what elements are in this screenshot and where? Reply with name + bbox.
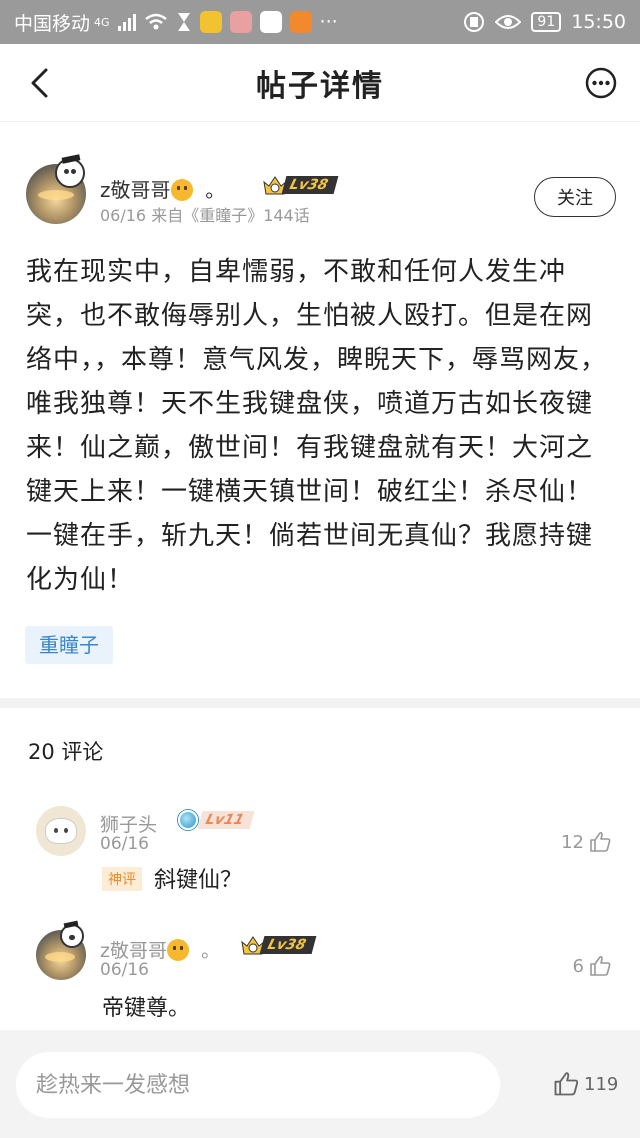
commenter-level-badge: Lv11	[178, 810, 254, 830]
comment-date: 06/16	[100, 960, 149, 980]
thinking-emoji-icon	[166, 939, 189, 961]
author-name[interactable]: z敬哥哥 。	[100, 174, 225, 203]
commenter-avatar[interactable]	[36, 806, 86, 856]
more-notifications-icon: ···	[319, 11, 338, 33]
post-like-count: 119	[584, 1073, 619, 1095]
top-comment-badge: 神评	[102, 867, 142, 891]
hourglass-icon	[177, 13, 190, 31]
network-label: 4G	[94, 15, 110, 29]
comment-text: 神评 斜键仙？	[102, 862, 242, 894]
thumbs-up-icon	[590, 955, 611, 976]
like-count: 6	[572, 955, 584, 977]
commenter-name-suffix: 。	[201, 940, 221, 962]
level-label: Lv38	[281, 176, 338, 194]
commenter-name[interactable]: z敬哥哥 。	[100, 936, 220, 963]
app-notification-icon	[259, 11, 282, 33]
commenter-name-text: z敬哥哥	[100, 940, 167, 962]
post: z敬哥哥 。 Lv38 06/16 来自《重瞳子》144话 关注 我在现实中，自…	[0, 122, 640, 698]
level-orb-icon	[178, 810, 198, 830]
app-notification-icon	[289, 11, 312, 33]
post-meta: 06/16 来自《重瞳子》144话	[100, 206, 310, 225]
vibrate-icon	[464, 12, 485, 32]
post-content: 我在现实中，自卑懦弱，不敢和任何人发生冲突，也不敢侮辱别人，生怕被人殴打。但是在…	[26, 257, 608, 595]
commenter-level-badge: Lv38	[240, 934, 316, 956]
thumbs-up-icon	[554, 1072, 579, 1096]
topic-tag[interactable]: 重瞳子	[25, 626, 113, 664]
back-arrow-icon[interactable]	[24, 66, 58, 100]
commenter-name[interactable]: 狮子头	[100, 810, 157, 837]
level-label: Lv38	[259, 936, 316, 954]
level-label: Lv11	[197, 811, 254, 829]
comment-text: 帝键尊。	[102, 996, 191, 1021]
section-divider	[0, 698, 640, 708]
comment-like-button[interactable]: 6	[573, 954, 612, 978]
signal-icon	[117, 13, 136, 31]
battery-indicator: 91	[531, 12, 562, 32]
author-name-suffix: 。	[205, 178, 226, 202]
eye-icon	[495, 15, 522, 29]
avatar-pendant-icon	[55, 158, 85, 188]
wifi-icon	[144, 13, 167, 30]
post-like-button[interactable]: 119	[552, 1070, 618, 1098]
comments-count: 20 评论	[28, 740, 104, 764]
comment-like-button[interactable]: 12	[561, 830, 612, 854]
thinking-emoji-icon	[170, 179, 193, 201]
app-notification-icon	[229, 11, 252, 33]
nav-bar: 帖子详情	[0, 44, 640, 122]
app-notification-icon	[199, 11, 222, 33]
author-level-badge: Lv38	[262, 174, 338, 196]
comment-date: 06/16	[100, 834, 149, 854]
carrier-label: 中国移动	[14, 12, 91, 35]
clock: 15:50	[571, 11, 626, 33]
comment-body: 斜键仙？	[154, 868, 243, 893]
more-options-icon[interactable]	[584, 66, 618, 100]
page-title: 帖子详情	[256, 68, 384, 104]
thumbs-up-icon	[590, 831, 611, 852]
comment-item: 狮子头 Lv11 06/16 12 神评 斜键仙？	[0, 790, 640, 910]
comment-input[interactable]	[16, 1052, 500, 1118]
status-bar: 中国移动 4G ··· 91 15:50	[0, 0, 640, 44]
like-count: 12	[561, 831, 584, 853]
bottom-bar: 119	[0, 1030, 640, 1138]
comment-item: z敬哥哥 。 Lv38 06/16 6 帝键尊。	[0, 918, 640, 1030]
follow-button[interactable]: 关注	[534, 177, 616, 217]
author-name-text: z敬哥哥	[100, 178, 171, 202]
